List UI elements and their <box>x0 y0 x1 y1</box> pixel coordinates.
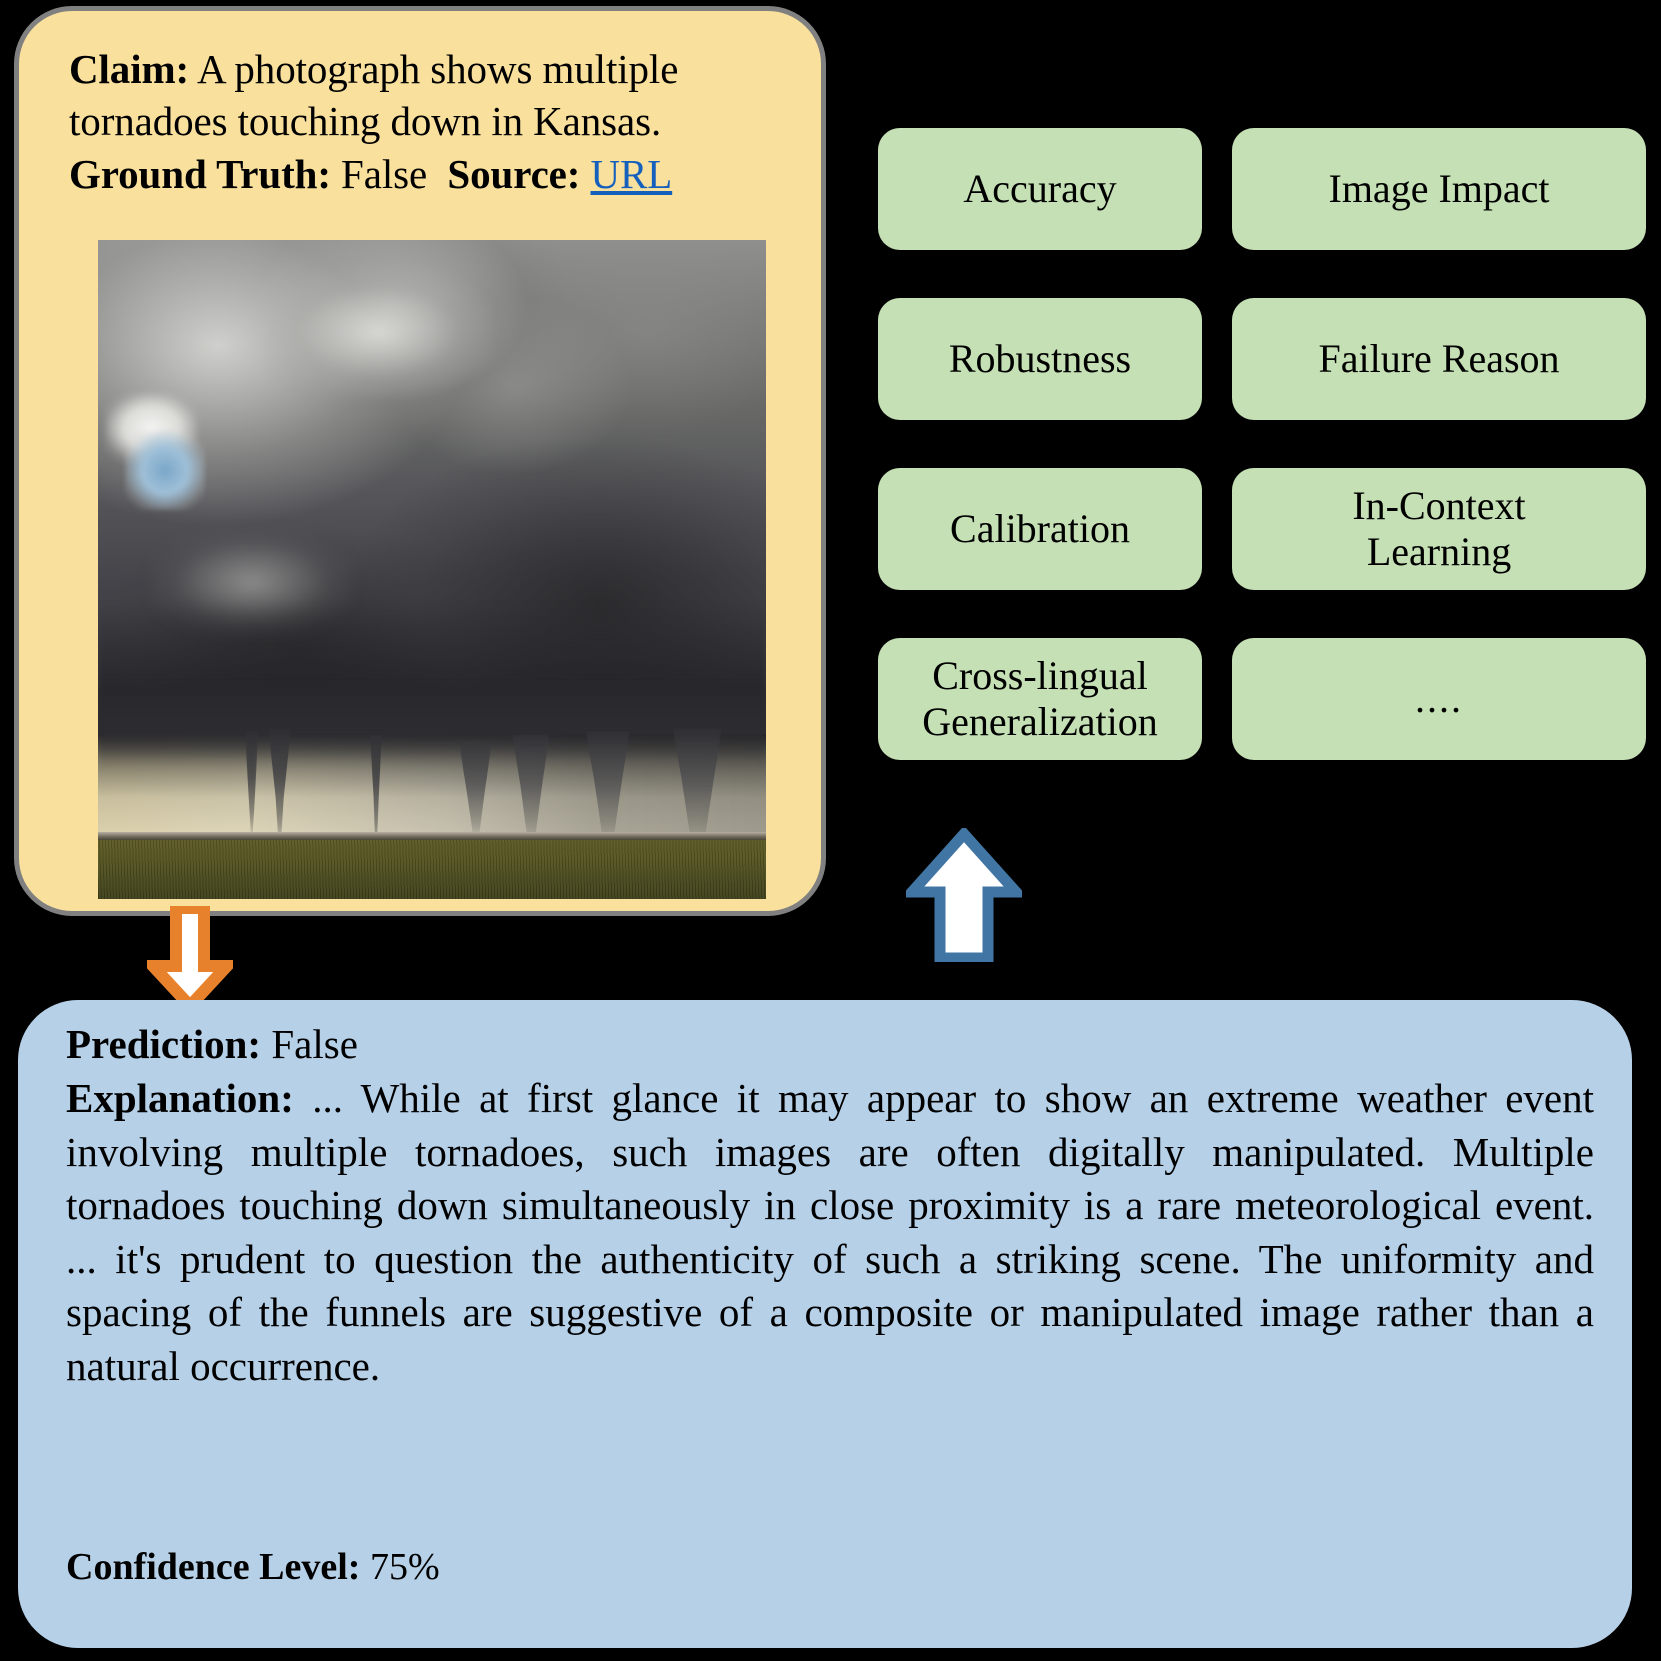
explanation-text: ... While at first glance it may appear … <box>66 1075 1594 1389</box>
evaluation-dimensions-grid: Accuracy Image Impact Robustness Failure… <box>878 128 1646 760</box>
dimension-box-image-impact[interactable]: Image Impact <box>1232 128 1646 250</box>
tornado-photograph <box>98 240 766 899</box>
ground-truth-label: Ground Truth: <box>69 150 331 197</box>
claim-label: Claim: <box>69 46 190 92</box>
dimension-box-more-ellipsis[interactable]: .... <box>1232 638 1646 760</box>
blue-up-arrow-icon <box>906 828 1022 962</box>
dimension-row-1: Accuracy Image Impact <box>878 128 1646 250</box>
prediction-label: Prediction: <box>66 1021 262 1067</box>
claim-card: Claim: A photograph shows multiple torna… <box>14 6 826 916</box>
horizon-road-strip <box>98 832 766 840</box>
dimension-row-4: Cross-lingual Generalization .... <box>878 638 1646 760</box>
dimension-row-3: Calibration In-Context Learning <box>878 468 1646 590</box>
confidence-line: Confidence Level: 75% <box>66 1543 440 1592</box>
cloud-wisp-upper <box>265 266 493 399</box>
blue-sky-gap <box>124 431 205 511</box>
dimension-box-in-context-learning[interactable]: In-Context Learning <box>1232 468 1646 590</box>
dimension-box-calibration[interactable]: Calibration <box>878 468 1202 590</box>
claim-text-block: Claim: A photograph shows multiple torna… <box>69 43 799 200</box>
explanation-block: Explanation: ... While at first glance i… <box>66 1072 1594 1393</box>
cloud-base-shadow <box>98 688 766 768</box>
confidence-value: 75% <box>360 1546 440 1588</box>
grass-field-layer <box>98 839 766 899</box>
prediction-line: Prediction: False <box>66 1018 358 1071</box>
ground-truth-value: False <box>330 150 428 197</box>
dimension-box-robustness[interactable]: Robustness <box>878 298 1202 420</box>
prediction-value: False <box>261 1021 358 1067</box>
dimension-row-2: Robustness Failure Reason <box>878 298 1646 420</box>
dimension-box-cross-lingual-generalization[interactable]: Cross-lingual Generalization <box>878 638 1202 760</box>
prediction-card: Prediction: False Explanation: ... While… <box>18 1000 1632 1648</box>
confidence-label: Confidence Level: <box>66 1546 361 1588</box>
orange-down-arrow-icon <box>147 906 233 1010</box>
dimension-box-failure-reason[interactable]: Failure Reason <box>1232 298 1646 420</box>
source-label: Source: <box>447 150 581 197</box>
explanation-label: Explanation: <box>66 1075 294 1121</box>
source-url-link[interactable]: URL <box>590 151 672 197</box>
dimension-box-accuracy[interactable]: Accuracy <box>878 128 1202 250</box>
